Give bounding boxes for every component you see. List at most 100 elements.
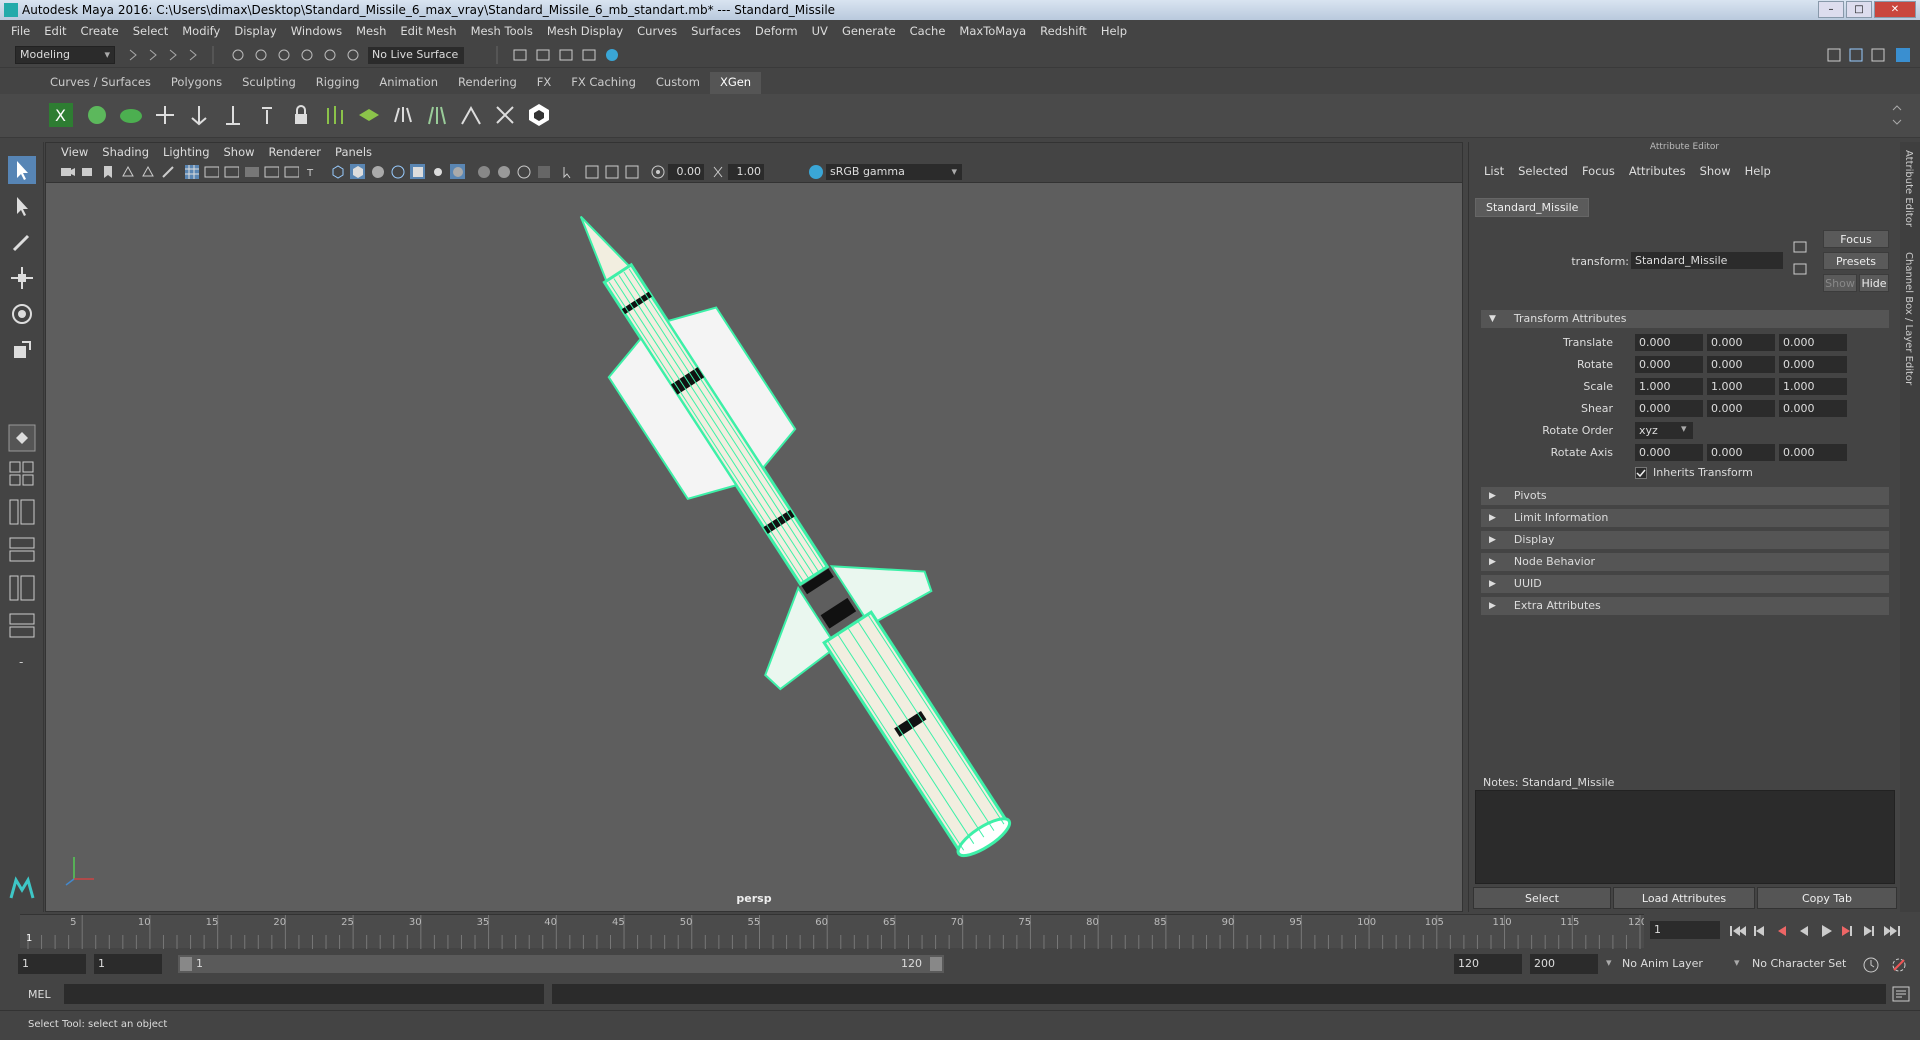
anti-aliasing-icon[interactable] bbox=[516, 164, 531, 179]
ae-menu-attributes[interactable]: Attributes bbox=[1622, 164, 1693, 182]
use-all-lights-icon[interactable] bbox=[430, 164, 445, 179]
translate-x-field[interactable]: 0.000 bbox=[1635, 334, 1703, 351]
menu-edit-mesh[interactable]: Edit Mesh bbox=[393, 24, 463, 38]
animation-start-field[interactable]: 1 bbox=[18, 954, 86, 974]
anim-layer-dropdown[interactable]: No Anim Layer bbox=[1622, 957, 1703, 970]
film-gate-icon[interactable] bbox=[204, 164, 219, 179]
menu-surfaces[interactable]: Surfaces bbox=[684, 24, 748, 38]
play-backwards-icon[interactable] bbox=[1800, 926, 1808, 936]
translate-y-field[interactable]: 0.000 bbox=[1707, 334, 1775, 351]
anim-layer-dropdown-arrow-icon[interactable]: ▾ bbox=[1606, 956, 1612, 969]
close-button[interactable]: ✕ bbox=[1874, 1, 1916, 18]
render-view-icon[interactable] bbox=[512, 47, 528, 63]
rotate-axis-y-field[interactable]: 0.000 bbox=[1707, 444, 1775, 461]
step-forward-icon[interactable] bbox=[1842, 926, 1852, 936]
translate-z-field[interactable]: 0.000 bbox=[1779, 334, 1847, 351]
section-extra-attributes[interactable]: ▶ Extra Attributes bbox=[1481, 597, 1889, 615]
hypershade-icon[interactable] bbox=[604, 47, 620, 63]
command-language-label[interactable]: MEL bbox=[28, 988, 51, 1001]
menu-display[interactable]: Display bbox=[227, 24, 283, 38]
shelf-tab-rigging[interactable]: Rigging bbox=[306, 72, 370, 94]
select-button[interactable]: Select bbox=[1473, 887, 1611, 909]
inherits-transform-checkbox[interactable] bbox=[1635, 467, 1647, 479]
maximize-button[interactable]: □ bbox=[1846, 1, 1872, 18]
playback-start-field[interactable]: 1 bbox=[94, 954, 162, 974]
safe-title-icon[interactable]: T bbox=[304, 164, 319, 179]
rotate-axis-z-field[interactable]: 0.000 bbox=[1779, 444, 1847, 461]
save-scene-icon[interactable] bbox=[185, 47, 201, 63]
snap-grid-icon[interactable] bbox=[299, 47, 315, 63]
screen-space-ao-icon[interactable] bbox=[476, 164, 491, 179]
notes-textarea[interactable] bbox=[1475, 790, 1895, 884]
rotate-axis-x-field[interactable]: 0.000 bbox=[1635, 444, 1703, 461]
menu-redshift[interactable]: Redshift bbox=[1033, 24, 1094, 38]
menu-select[interactable]: Select bbox=[126, 24, 175, 38]
menu-mesh-tools[interactable]: Mesh Tools bbox=[464, 24, 540, 38]
channel-box-toggle-icon[interactable] bbox=[1895, 47, 1911, 63]
character-set-dropdown[interactable]: No Character Set bbox=[1752, 957, 1846, 970]
menu-file[interactable]: File bbox=[4, 24, 37, 38]
character-set-dropdown-arrow-icon[interactable]: ▾ bbox=[1734, 956, 1740, 969]
menu-help[interactable]: Help bbox=[1094, 24, 1134, 38]
vp-menu-show[interactable]: Show bbox=[217, 145, 262, 159]
animation-end-field[interactable]: 200 bbox=[1530, 954, 1598, 974]
xgen-layer-icon[interactable] bbox=[356, 102, 382, 128]
play-forward-icon[interactable] bbox=[1822, 925, 1832, 937]
scale-x-field[interactable]: 1.000 bbox=[1635, 378, 1703, 395]
current-frame-field[interactable]: 1 bbox=[1650, 921, 1720, 939]
menu-set-dropdown[interactable]: Modeling bbox=[15, 46, 115, 64]
menu-modify[interactable]: Modify bbox=[175, 24, 227, 38]
shelf-tab-fx[interactable]: FX bbox=[527, 72, 562, 94]
time-ruler[interactable]: 5 10 15 20 25 30 35 40 45 50 55 60 65 70 75 80 85 90 95 100… bbox=[20, 915, 1647, 949]
shelf-tab-fx-caching[interactable]: FX Caching bbox=[561, 72, 646, 94]
persp-graph-layout-icon[interactable] bbox=[8, 536, 36, 564]
animation-preferences-icon[interactable] bbox=[1890, 956, 1908, 974]
tool-settings-toggle-icon[interactable] bbox=[1870, 47, 1886, 63]
menu-curves[interactable]: Curves bbox=[630, 24, 684, 38]
depth-of-field-icon[interactable] bbox=[536, 164, 551, 179]
render-frame-icon[interactable] bbox=[535, 47, 551, 63]
attribute-editor-toggle-icon[interactable] bbox=[1848, 47, 1864, 63]
xray-components-icon[interactable] bbox=[624, 164, 639, 179]
shelf-tab-rendering[interactable]: Rendering bbox=[448, 72, 527, 94]
menu-edit[interactable]: Edit bbox=[37, 24, 73, 38]
playback-end-field[interactable]: 120 bbox=[1454, 954, 1522, 974]
shelf-tab-sculpting[interactable]: Sculpting bbox=[232, 72, 306, 94]
range-end-handle[interactable] bbox=[930, 957, 942, 971]
xgen-density-icon[interactable] bbox=[390, 102, 416, 128]
toolbox-more-icon[interactable]: - bbox=[8, 648, 36, 676]
select-by-component-icon[interactable] bbox=[276, 47, 292, 63]
xgen-cut-icon[interactable] bbox=[492, 102, 518, 128]
shelf-tab-custom[interactable]: Custom bbox=[646, 72, 710, 94]
resolution-gate-icon[interactable] bbox=[224, 164, 239, 179]
move-tool-icon[interactable] bbox=[8, 264, 36, 292]
select-by-object-icon[interactable] bbox=[253, 47, 269, 63]
focus-button[interactable]: Focus bbox=[1823, 230, 1889, 248]
textured-icon[interactable] bbox=[410, 164, 425, 179]
minimize-button[interactable]: – bbox=[1818, 1, 1844, 18]
snap-point-icon[interactable] bbox=[345, 47, 361, 63]
ae-menu-help[interactable]: Help bbox=[1738, 164, 1778, 182]
ae-menu-focus[interactable]: Focus bbox=[1575, 164, 1622, 182]
xgen-rebuild-icon[interactable] bbox=[254, 102, 280, 128]
wireframe-icon[interactable] bbox=[330, 164, 345, 179]
go-to-start-icon[interactable] bbox=[1730, 926, 1746, 936]
menu-mesh-display[interactable]: Mesh Display bbox=[540, 24, 630, 38]
missile-model[interactable] bbox=[46, 183, 1462, 911]
go-to-input-icon[interactable] bbox=[1793, 240, 1809, 254]
rotate-y-field[interactable]: 0.000 bbox=[1707, 356, 1775, 373]
image-plane-icon[interactable] bbox=[120, 164, 135, 179]
scale-y-field[interactable]: 1.000 bbox=[1707, 378, 1775, 395]
camera-attributes-icon[interactable] bbox=[80, 164, 95, 179]
wireframe-on-shaded-icon[interactable] bbox=[390, 164, 405, 179]
menu-windows[interactable]: Windows bbox=[284, 24, 349, 38]
rotate-z-field[interactable]: 0.000 bbox=[1779, 356, 1847, 373]
scale-z-field[interactable]: 1.000 bbox=[1779, 378, 1847, 395]
presets-button[interactable]: Presets bbox=[1823, 252, 1889, 270]
go-to-output-icon[interactable] bbox=[1793, 262, 1809, 276]
hide-button[interactable]: Hide bbox=[1859, 274, 1889, 292]
next-key-icon[interactable] bbox=[1864, 926, 1874, 936]
vp-menu-view[interactable]: View bbox=[54, 145, 95, 159]
xgen-groom-icon[interactable] bbox=[118, 102, 144, 128]
motion-blur-icon[interactable] bbox=[496, 164, 511, 179]
